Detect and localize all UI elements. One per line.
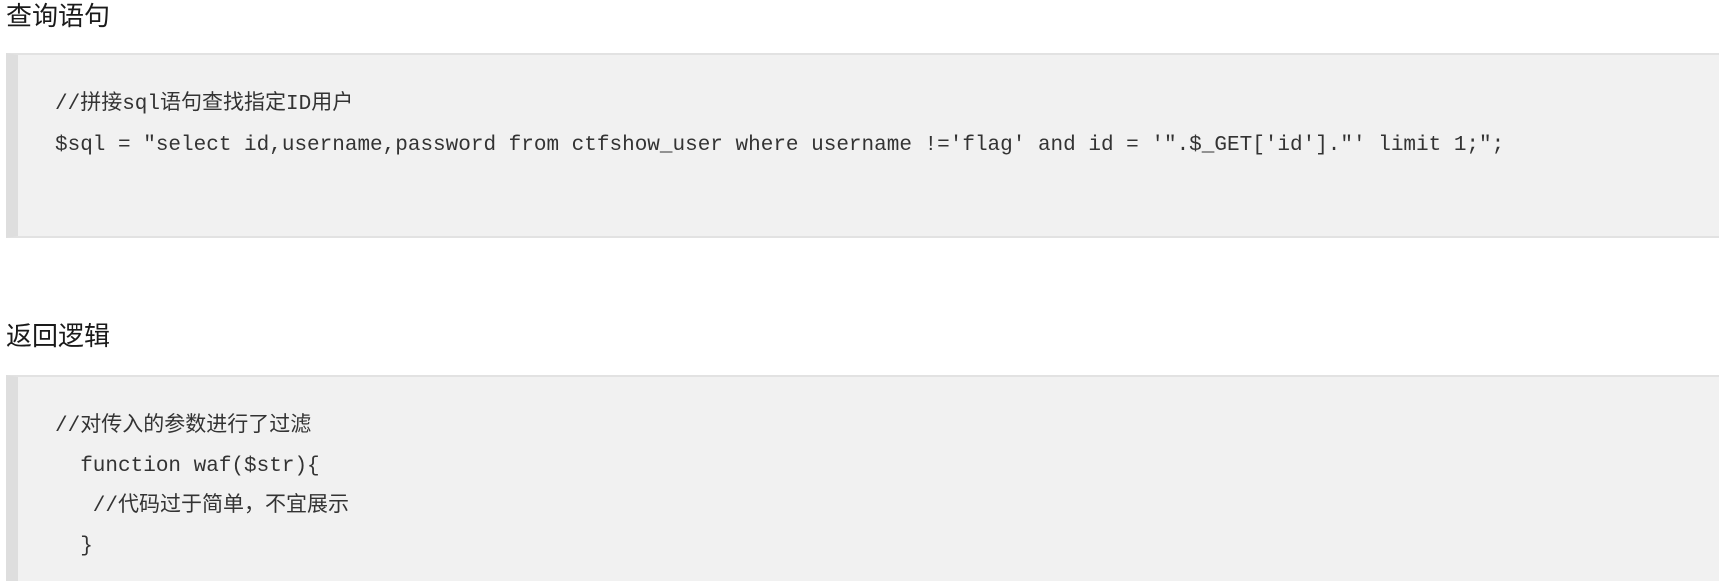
- code-comment-line: //对传入的参数进行了过滤: [55, 413, 311, 441]
- section-title-query: 查询语句: [6, 2, 111, 32]
- code-line-close-brace: }: [55, 535, 93, 558]
- code-comment: //代码过于简单，不宜展示: [55, 495, 350, 518]
- code-comment: //对传入的参数进行了过滤: [55, 415, 312, 438]
- code-line-sql: $sql = "select id,username,password from…: [55, 134, 1505, 157]
- code-comment-line: //拼接sql语句查找指定ID用户: [55, 91, 353, 119]
- code-block-return-logic: //对传入的参数进行了过滤 function waf($str){ //代码过于…: [6, 375, 1719, 581]
- code-comment: //拼接sql语句查找指定ID用户: [55, 93, 354, 116]
- code-comment-line: //代码过于简单，不宜展示: [55, 493, 349, 521]
- code-block-query: //拼接sql语句查找指定ID用户 $sql = "select id,user…: [6, 53, 1719, 238]
- section-title-return-logic: 返回逻辑: [6, 322, 111, 352]
- code-line-function: function waf($str){: [55, 455, 320, 478]
